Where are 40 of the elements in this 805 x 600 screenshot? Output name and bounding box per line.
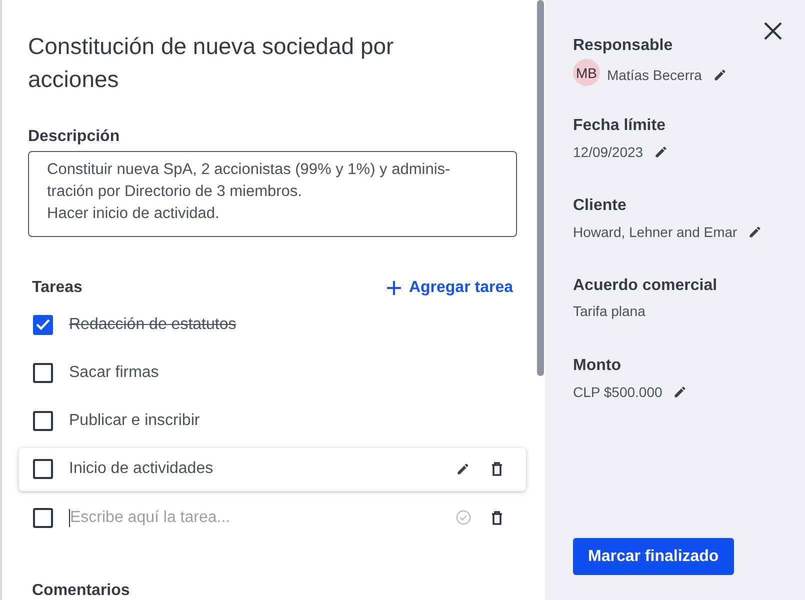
checkbox[interactable]	[33, 508, 53, 528]
task-label: Publicar e inscribir	[69, 412, 201, 430]
close-icon	[764, 22, 782, 40]
trash-icon	[491, 462, 503, 476]
section-label: Tareas	[32, 279, 82, 298]
field-value: Howard, Lehner and Emar	[573, 224, 738, 240]
field-label: Monto	[573, 356, 622, 376]
pencil-icon	[654, 145, 668, 159]
task-label: Inicio de actividades	[69, 460, 214, 478]
pencil-icon	[712, 68, 727, 82]
check-circle-icon	[456, 510, 470, 526]
checkbox[interactable]	[33, 411, 53, 432]
field-label: Acuerdo comercial	[573, 276, 718, 296]
field-value: CLP $500.000	[573, 384, 662, 400]
description-field[interactable]: Constituir nueva SpA, 2 accionistas (99% y 1%) y adminis- tración por Directorio de 3 miembros. Hacer inicio de actividad.	[28, 151, 517, 238]
trash-icon	[491, 510, 503, 525]
pencil-icon	[748, 225, 762, 239]
section-label: Comentarios	[31, 582, 131, 600]
task-row[interactable]: Inicio de actividades	[19, 448, 526, 491]
section-label: Descripción	[28, 128, 121, 146]
field-value: 12/09/2023	[573, 144, 644, 160]
checkbox[interactable]	[33, 314, 53, 334]
pencil-icon	[456, 462, 470, 476]
task-title: Constitución de nueva sociedad por acciones	[28, 32, 395, 94]
field-label: Cliente	[573, 196, 628, 216]
task-label: Redacción de estatutos	[69, 316, 238, 334]
field-label: Fecha límite	[573, 116, 666, 136]
field-value: Matías Becerra	[607, 66, 702, 82]
avatar: MB	[573, 59, 600, 86]
checkbox[interactable]	[33, 459, 53, 480]
pencil-icon	[673, 385, 688, 399]
checkbox[interactable]	[33, 362, 53, 383]
field-value: Tarifa plana	[573, 303, 646, 319]
finish-button[interactable]: Marcar finalizado	[573, 538, 734, 575]
plus-icon	[386, 281, 401, 296]
close-button[interactable]	[763, 22, 783, 42]
field-label: Responsable	[573, 36, 674, 56]
scrollbar[interactable]	[537, 0, 544, 376]
add-task-button[interactable]: Agregar tarea	[386, 279, 513, 298]
task-label: Sacar firmas	[69, 364, 160, 382]
